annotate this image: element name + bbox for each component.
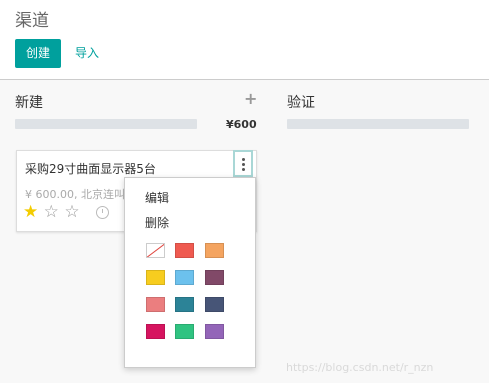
star-filled-icon[interactable]: ★ <box>23 202 38 222</box>
star-empty-icon[interactable]: ☆ <box>44 202 59 222</box>
delete-menu-item[interactable]: 删除 <box>145 214 169 231</box>
create-button[interactable]: 创建 <box>15 39 61 68</box>
dot-icon <box>241 158 245 161</box>
color-swatch[interactable] <box>175 270 194 285</box>
card-subtitle: ¥ 600.00, 北京连叫 <box>25 188 125 201</box>
page-title: 渠道 <box>15 11 49 31</box>
color-swatch[interactable] <box>175 297 194 312</box>
color-swatch[interactable] <box>146 324 165 339</box>
column-progress-bar[interactable] <box>287 119 469 129</box>
dot-icon <box>241 163 245 166</box>
edit-menu-item[interactable]: 编辑 <box>145 189 169 206</box>
column-progress-bar[interactable] <box>15 119 197 129</box>
card-title: 采购29寸曲面显示器5台 <box>25 162 156 176</box>
star-empty-icon[interactable]: ☆ <box>64 202 79 222</box>
import-button[interactable]: 导入 <box>75 39 99 68</box>
color-swatch[interactable] <box>205 297 224 312</box>
color-swatch[interactable] <box>205 243 224 258</box>
color-swatch[interactable] <box>175 243 194 258</box>
card-dropdown-menu: 编辑 删除 <box>124 177 256 368</box>
watermark: https://blog.csdn.net/r_nzn <box>286 361 434 374</box>
dot-icon <box>241 168 245 171</box>
clock-icon[interactable] <box>96 206 109 219</box>
priority-stars: ★ ☆ ☆ <box>23 202 80 222</box>
color-swatch[interactable] <box>146 297 165 312</box>
card-menu-toggle[interactable] <box>233 150 253 177</box>
column-title-verify[interactable]: 验证 <box>287 92 315 112</box>
color-swatch-none[interactable] <box>146 243 165 258</box>
color-swatch[interactable] <box>175 324 194 339</box>
color-swatch[interactable] <box>146 270 165 285</box>
column-total: ¥600 <box>226 118 257 131</box>
add-card-icon[interactable]: + <box>244 89 257 108</box>
color-swatch[interactable] <box>205 324 224 339</box>
control-panel: 渠道 创建 导入 <box>0 0 489 80</box>
column-title-new[interactable]: 新建 <box>15 92 43 112</box>
color-swatch[interactable] <box>205 270 224 285</box>
